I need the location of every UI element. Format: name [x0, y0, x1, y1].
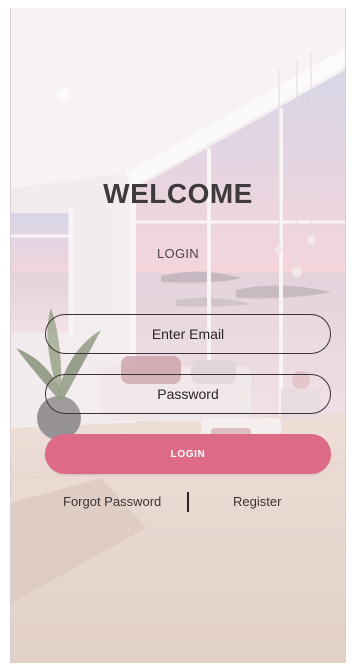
- page-title: WELCOME: [103, 178, 253, 209]
- link-divider: [187, 492, 189, 512]
- login-button[interactable]: LOGIN: [45, 434, 331, 474]
- password-field[interactable]: [45, 374, 331, 414]
- page-subtitle: LOGIN: [157, 246, 199, 261]
- login-screen: WELCOME LOGIN LOGIN Forgot Password Regi…: [10, 8, 346, 663]
- auth-links: Forgot Password Register: [11, 492, 345, 514]
- forgot-password-link[interactable]: Forgot Password: [63, 494, 161, 509]
- register-link[interactable]: Register: [233, 494, 281, 509]
- email-field[interactable]: [45, 314, 331, 354]
